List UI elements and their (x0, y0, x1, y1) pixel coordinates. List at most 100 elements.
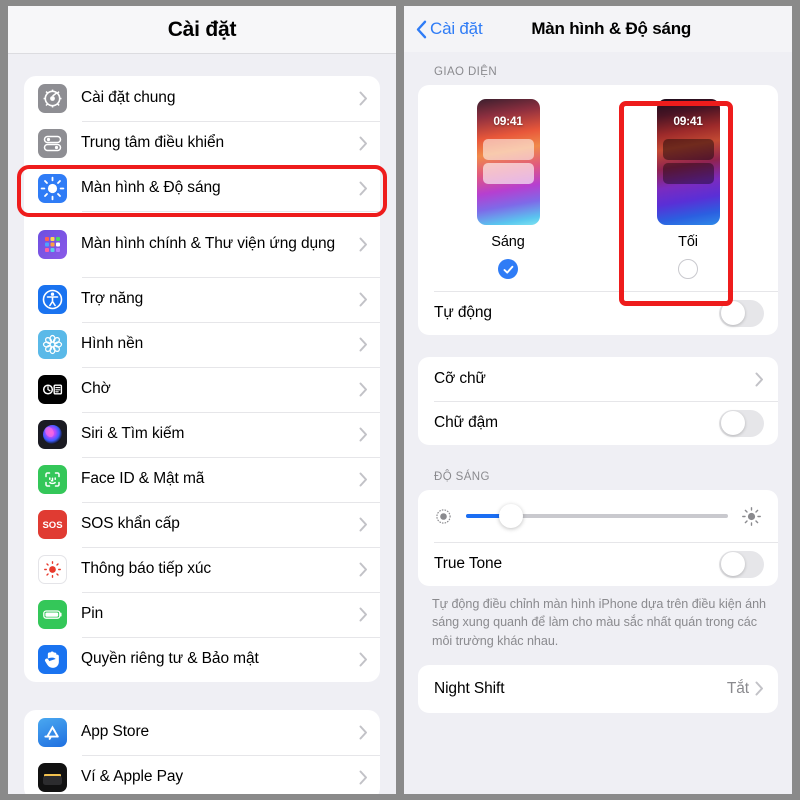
wallpaper-preview-dark: 09:41 (656, 99, 720, 225)
brightness-low-icon (434, 507, 453, 526)
sidebar-item-emergency-sos[interactable]: SOS SOS khẩn cấp (24, 502, 380, 547)
wallpaper-preview-light: 09:41 (476, 99, 540, 225)
appearance-section-header: GIAO DIỆN (434, 66, 498, 78)
true-tone-row[interactable]: True Tone (418, 542, 778, 586)
true-tone-label: True Tone (434, 555, 503, 572)
settings-scroll-area[interactable]: Cài đặt chung Trung tâm điều khiển Màn h… (8, 54, 396, 794)
brightness-card: True Tone (418, 490, 778, 586)
chevron-right-icon (359, 136, 368, 151)
sidebar-item-label: Hình nền (81, 335, 144, 353)
chevron-right-icon (359, 181, 368, 196)
preview-clock-dark: 09:41 (673, 114, 703, 128)
night-shift-label: Night Shift (434, 679, 505, 697)
appearance-options: 09:41 Sáng 09:41 Tối (418, 85, 778, 291)
chevron-right-icon (359, 770, 368, 785)
back-button-label: Cài đặt (430, 19, 483, 38)
sidebar-item-privacy-security[interactable]: Quyền riêng tư & Bảo mật (24, 637, 380, 682)
radio-dark-unselected[interactable] (678, 259, 698, 279)
night-shift-row[interactable]: Night Shift Tắt (418, 665, 778, 713)
control-center-icon (38, 129, 67, 158)
text-size-row[interactable]: Cỡ chữ (418, 357, 778, 401)
widget-placeholder (482, 163, 534, 184)
sidebar-item-faceid-passcode[interactable]: Face ID & Mật mã (24, 457, 380, 502)
bold-text-row[interactable]: Chữ đậm (418, 401, 778, 445)
appearance-option-dark[interactable]: 09:41 Tối (598, 99, 778, 285)
auto-appearance-toggle[interactable] (719, 299, 764, 327)
app-screen: Cài đặt Cài đặt chung Trung tâm điều khi… (0, 0, 800, 800)
accessibility-icon (38, 285, 67, 314)
widget-placeholder (662, 163, 714, 184)
home-screen-icon (38, 229, 67, 259)
sidebar-item-app-store[interactable]: App Store (24, 710, 380, 755)
chevron-right-icon (359, 237, 368, 252)
sidebar-item-label: Chờ (81, 380, 111, 398)
true-tone-toggle[interactable] (719, 550, 764, 578)
bold-text-label: Chữ đậm (434, 414, 498, 431)
wallet-icon (38, 763, 67, 792)
sidebar-item-wallet-apple-pay[interactable]: Ví & Apple Pay (24, 755, 380, 794)
sidebar-item-general[interactable]: Cài đặt chung (24, 76, 380, 121)
chevron-right-icon (359, 472, 368, 487)
chevron-right-icon (359, 652, 368, 667)
sidebar-item-standby[interactable]: Chờ (24, 367, 380, 412)
auto-appearance-row[interactable]: Tự động (418, 291, 778, 335)
sidebar-item-accessibility[interactable]: Trợ năng (24, 277, 380, 322)
back-button[interactable]: Cài đặt (416, 19, 483, 39)
settings-list-panel: Cài đặt Cài đặt chung Trung tâm điều khi… (8, 6, 396, 794)
sidebar-item-label: Trung tâm điều khiển (81, 134, 225, 152)
chevron-right-icon (359, 91, 368, 106)
sidebar-item-label: SOS khẩn cấp (81, 515, 180, 533)
sidebar-item-label: Cài đặt chung (81, 89, 176, 107)
chevron-right-icon (359, 337, 368, 352)
night-shift-value: Tắt (726, 679, 749, 697)
settings-group-2: App Store Ví & Apple Pay (24, 710, 380, 794)
widget-placeholder (482, 139, 534, 160)
chevron-right-icon (359, 382, 368, 397)
sidebar-item-label: Màn hình chính & Thư viện ứng dụng (81, 234, 336, 252)
sidebar-item-label: Ví & Apple Pay (81, 768, 183, 786)
auto-appearance-label: Tự động (434, 304, 492, 321)
text-size-label: Cỡ chữ (434, 370, 486, 387)
page-title: Cài đặt (167, 17, 237, 41)
chevron-right-icon (755, 372, 764, 387)
left-navigation-bar: Cài đặt (8, 6, 396, 54)
right-navigation-bar: Cài đặt Màn hình & Độ sáng (404, 6, 792, 52)
appearance-card: 09:41 Sáng 09:41 Tối Tự động (418, 85, 778, 335)
display-settings-scroll-area[interactable]: GIAO DIỆN 09:41 Sáng 09:41 Tối Tự động C… (404, 52, 792, 794)
brightness-slider-knob[interactable] (498, 504, 523, 528)
battery-icon (38, 600, 67, 629)
preview-clock-light: 09:41 (493, 114, 523, 128)
sidebar-item-home-screen[interactable]: Màn hình chính & Thư viện ứng dụng (24, 211, 380, 277)
bold-text-toggle[interactable] (719, 409, 764, 437)
night-shift-card: Night Shift Tắt (418, 664, 778, 713)
widget-placeholder (662, 139, 714, 160)
sidebar-item-battery[interactable]: Pin (24, 592, 380, 637)
display-brightness-panel: Cài đặt Màn hình & Độ sáng GIAO DIỆN 09:… (404, 6, 792, 794)
sidebar-item-display-brightness[interactable]: Màn hình & Độ sáng (24, 166, 380, 211)
display-brightness-icon (38, 174, 67, 203)
sidebar-item-exposure-notifications[interactable]: Thông báo tiếp xúc (24, 547, 380, 592)
brightness-slider-row[interactable] (418, 490, 778, 542)
sidebar-item-label: Face ID & Mật mã (81, 470, 205, 488)
brightness-section-header: ĐỘ SÁNG (434, 471, 490, 483)
sidebar-item-label: Trợ năng (81, 290, 144, 308)
sidebar-item-siri-search[interactable]: Siri & Tìm kiếm (24, 412, 380, 457)
chevron-left-icon (416, 20, 427, 39)
chevron-right-icon (359, 517, 368, 532)
radio-light-selected[interactable] (498, 259, 518, 279)
brightness-slider-track[interactable] (466, 504, 728, 528)
sidebar-item-wallpaper[interactable]: Hình nền (24, 322, 380, 367)
chevron-right-icon (359, 562, 368, 577)
gear-icon (38, 84, 67, 113)
chevron-right-icon (755, 681, 764, 696)
true-tone-footnote: Tự động điều chỉnh màn hình iPhone dựa t… (432, 597, 766, 648)
privacy-hand-icon (38, 645, 67, 674)
chevron-right-icon (359, 427, 368, 442)
wallpaper-icon (38, 330, 67, 359)
sidebar-item-control-center[interactable]: Trung tâm điều khiển (24, 121, 380, 166)
chevron-right-icon (359, 292, 368, 307)
appearance-option-light[interactable]: 09:41 Sáng (418, 99, 598, 285)
